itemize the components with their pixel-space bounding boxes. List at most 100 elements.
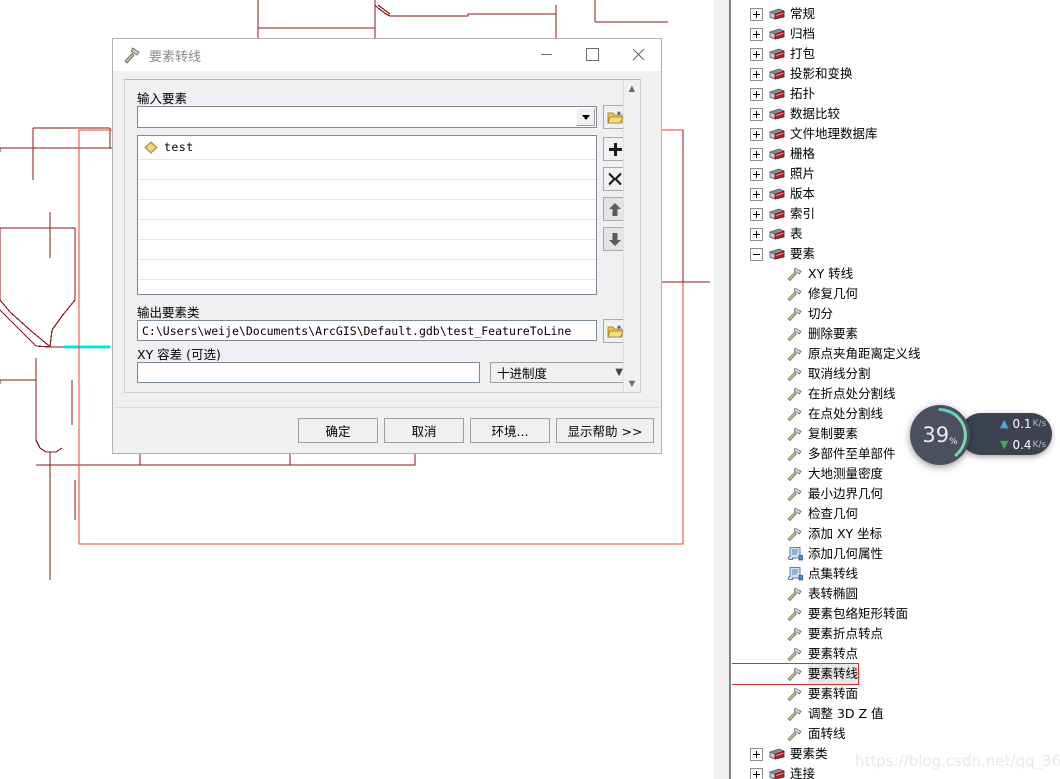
output-browse-button[interactable] (603, 319, 623, 343)
maximize-button[interactable] (569, 39, 615, 70)
tool-icon (786, 346, 804, 362)
cancel-button[interactable]: 取消 (384, 418, 464, 443)
expand-plus-icon[interactable] (750, 7, 763, 21)
input-features-dropdown-arrow[interactable] (576, 108, 595, 126)
tree-item[interactable]: 索引 (732, 204, 815, 224)
tree-item[interactable]: 点集转线 (732, 564, 858, 584)
tree-item[interactable]: 归档 (732, 24, 815, 44)
tool-icon (786, 266, 804, 282)
tree-item[interactable]: 要素转面 (732, 684, 858, 704)
expand-plus-icon[interactable] (750, 147, 763, 161)
tree-item[interactable]: 添加几何属性 (732, 544, 883, 564)
dialog-body: 输入要素 test 输出要素类 C:\Users\weije\Documents… (114, 71, 660, 452)
tool-icon (786, 526, 804, 542)
tool-icon (786, 306, 804, 322)
tree-item[interactable]: 要素包络矩形转面 (732, 604, 908, 624)
input-features-browse-button[interactable] (603, 105, 623, 129)
tree-item[interactable]: 表 (732, 224, 803, 244)
tree-item[interactable]: 取消线分割 (732, 364, 871, 384)
collapse-minus-icon[interactable] (750, 247, 763, 261)
tree-item[interactable]: 要素类 (732, 744, 828, 764)
expand-plus-icon[interactable] (750, 207, 763, 221)
tree-item[interactable]: 要素折点转点 (732, 624, 883, 644)
canvas-vertical-scrollbar[interactable] (713, 0, 729, 779)
tree-item[interactable]: 删除要素 (732, 324, 858, 344)
move-down-button[interactable] (603, 227, 623, 251)
move-up-button[interactable] (603, 197, 623, 221)
input-features-label: 输入要素 (137, 91, 188, 106)
tree-item-selected[interactable]: 要素转线 (732, 663, 860, 685)
tree-item[interactable]: 面转线 (732, 724, 846, 744)
tree-item-label: 打包 (790, 46, 816, 61)
scroll-down-icon[interactable]: ▼ (624, 375, 640, 392)
network-speed-panel[interactable]: ▲ 0.1 K/s ▼ 0.4 K/s (960, 413, 1052, 455)
feature-to-line-dialog[interactable]: 要素转线 输入要素 test 输出要素类 C:\Users\weije\Docu… (112, 38, 662, 454)
toolset-icon (768, 86, 786, 102)
scroll-up-icon[interactable]: ▲ (624, 80, 640, 97)
tree-item[interactable]: 最小边界几何 (732, 484, 883, 504)
tree-item[interactable]: 打包 (732, 44, 815, 64)
input-features-input[interactable] (140, 109, 580, 127)
add-feature-button[interactable] (603, 137, 623, 161)
tree-item[interactable]: 修复几何 (732, 284, 858, 304)
input-features-listbox[interactable]: test (137, 135, 597, 295)
tree-item[interactable]: 在折点处分割线 (732, 384, 896, 404)
tree-item[interactable]: 切分 (732, 304, 833, 324)
tree-item-label: 文件地理数据库 (790, 126, 878, 141)
expand-plus-icon[interactable] (750, 27, 763, 41)
tree-item[interactable]: XY 转线 (732, 264, 853, 284)
tree-item[interactable]: 文件地理数据库 (732, 124, 878, 144)
expand-plus-icon[interactable] (750, 107, 763, 121)
ok-button[interactable]: 确定 (298, 418, 378, 443)
tree-item[interactable]: 调整 3D Z 值 (732, 704, 884, 724)
upload-value: 0.1 (1012, 416, 1032, 431)
environments-button[interactable]: 环境... (470, 418, 550, 443)
tree-item[interactable]: 要素 (732, 244, 815, 264)
expand-plus-icon[interactable] (750, 87, 763, 101)
expand-plus-icon[interactable] (750, 227, 763, 241)
cpu-usage-ring[interactable]: 39 % (910, 405, 970, 465)
expand-plus-icon[interactable] (750, 47, 763, 61)
tree-item[interactable]: 表转椭圆 (732, 584, 858, 604)
tree-item[interactable]: 数据比较 (732, 104, 840, 124)
toolbox-tree[interactable]: 常规 归档打包投影和变换 拓扑 数据比较文件地理数据库 栅格照片 版本 索引表要素 XY 转线… (732, 0, 1060, 779)
tree-item[interactable]: 栅格 (732, 144, 815, 164)
tree-item[interactable]: 大地测量密度 (732, 464, 883, 484)
tree-item[interactable]: 常规 (732, 4, 815, 24)
tree-item[interactable]: 添加 XY 坐标 (732, 524, 882, 544)
tree-item[interactable]: 检查几何 (732, 504, 858, 524)
show-help-button[interactable]: 显示帮助 >> (556, 418, 654, 443)
list-item[interactable]: test (144, 140, 194, 154)
dialog-titlebar[interactable]: 要素转线 (113, 39, 661, 72)
expand-plus-icon[interactable] (750, 187, 763, 201)
output-feature-class-input[interactable] (137, 320, 597, 341)
tree-item[interactable]: 投影和变换 (732, 64, 853, 84)
expand-plus-icon[interactable] (750, 167, 763, 181)
remove-feature-button[interactable] (603, 167, 623, 191)
tree-item[interactable]: 多部件至单部件 (732, 444, 896, 464)
input-features-listbox-wrapper[interactable]: test (137, 135, 597, 295)
expand-plus-icon[interactable] (750, 767, 763, 779)
tree-item[interactable]: 要素转点 (732, 644, 858, 664)
tree-item[interactable]: 原点夹角距离定义线 (732, 344, 921, 364)
arrow-down-icon: ▼ (1000, 438, 1009, 451)
tree-item[interactable]: 连接 (732, 764, 815, 779)
input-features-combo[interactable] (137, 106, 597, 128)
close-button[interactable] (615, 39, 661, 70)
minimize-button[interactable] (523, 39, 569, 70)
tree-item[interactable]: 拓扑 (732, 84, 815, 104)
parameters-vertical-scrollbar[interactable]: ▲ ▼ (623, 80, 640, 392)
tree-item[interactable]: 在点处分割线 (732, 404, 883, 424)
xy-tolerance-unit-select[interactable]: 十进制度 ▼ (490, 362, 623, 383)
tree-item[interactable]: 照片 (732, 164, 815, 184)
xy-tolerance-input[interactable] (137, 362, 480, 383)
tree-item[interactable]: 版本 (732, 184, 815, 204)
tree-item-label: 复制要素 (808, 426, 859, 441)
tree-item-label: 栅格 (790, 146, 816, 161)
expand-plus-icon[interactable] (750, 747, 763, 761)
tree-item[interactable]: 复制要素 (732, 424, 858, 444)
expand-plus-icon[interactable] (750, 67, 763, 81)
expand-plus-icon[interactable] (750, 127, 763, 141)
